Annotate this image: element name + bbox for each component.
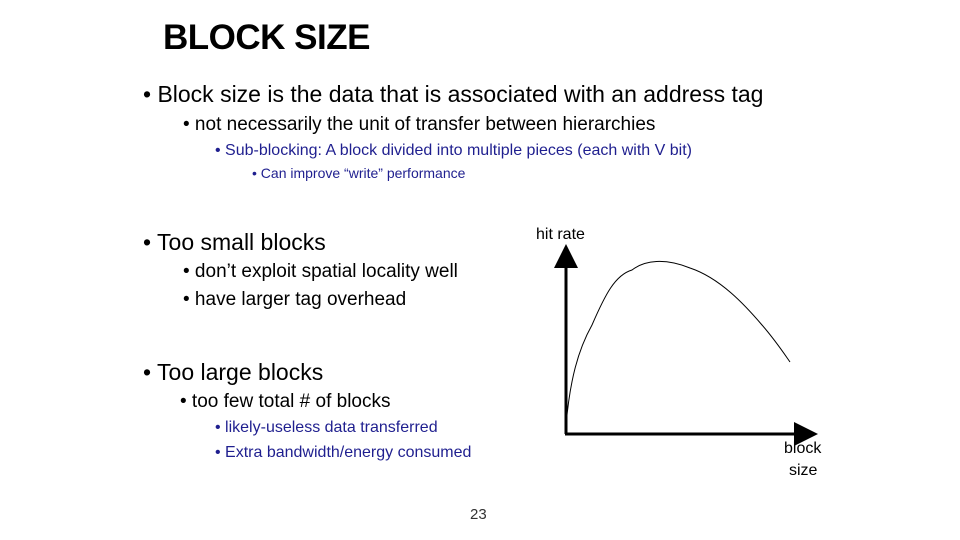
page-number: 23 xyxy=(470,506,487,523)
slide: BLOCK SIZE • Block size is the data that… xyxy=(0,0,960,540)
x-axis-label-line1: block xyxy=(784,440,822,457)
hit-rate-diagram xyxy=(554,244,818,446)
hit-rate-curve xyxy=(565,261,791,426)
y-axis-label: hit rate xyxy=(536,226,585,243)
x-axis-label-line2: size xyxy=(789,462,818,479)
